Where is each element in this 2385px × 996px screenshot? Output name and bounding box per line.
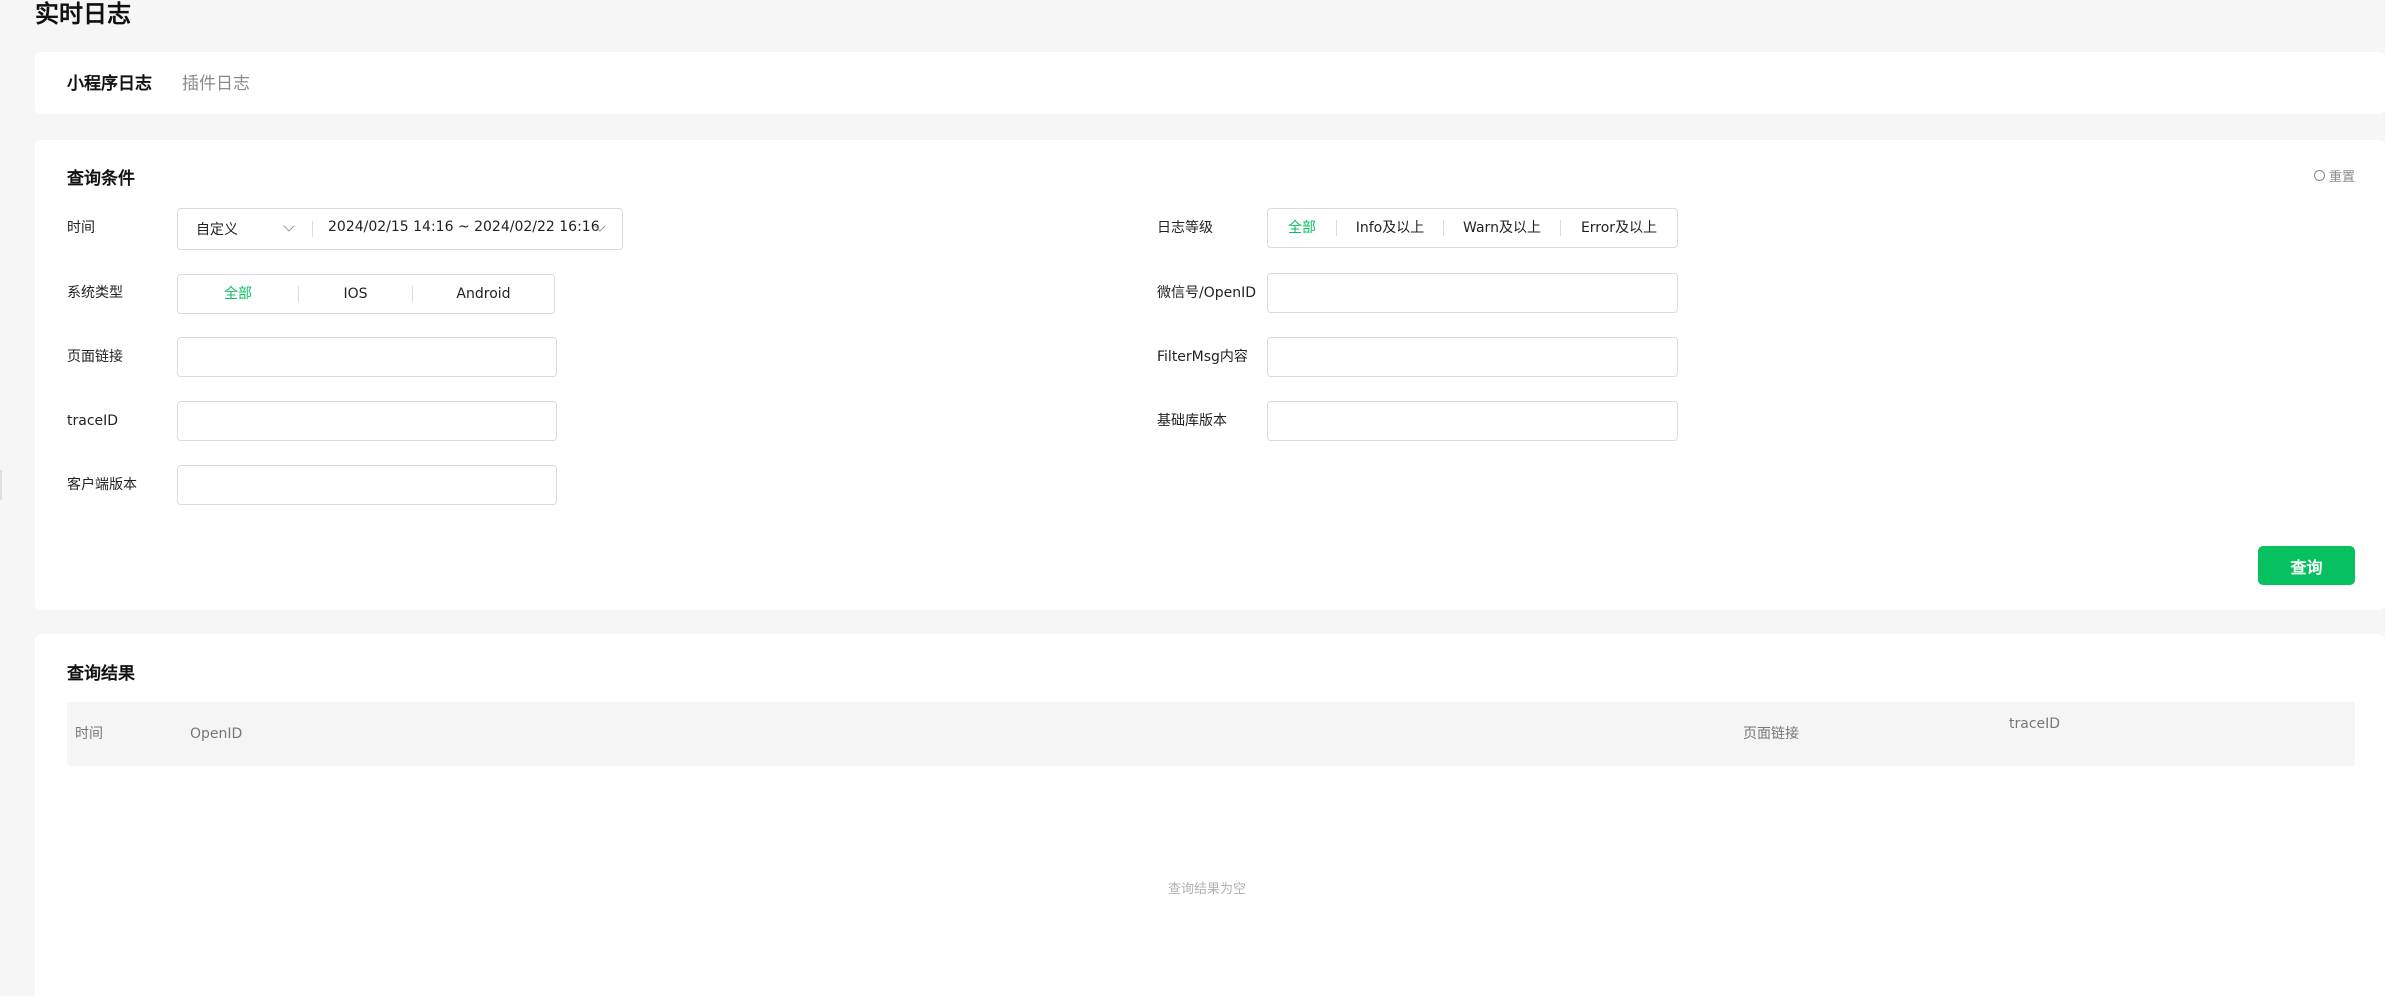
trace-id-label: traceID: [67, 413, 119, 429]
page: 实时日志 小程序日志 插件日志 查询条件 重置 时间 自定义 2024/02/1…: [0, 0, 2385, 996]
reset-label: 重置: [2328, 170, 2355, 185]
page-link-input[interactable]: [177, 337, 557, 377]
page-title: 实时日志: [35, 0, 131, 28]
time-preset-select[interactable]: 自定义: [178, 209, 312, 249]
query-panel: 查询条件 重置 时间 自定义 2024/02/15 14:16 ~ 2024/0…: [35, 140, 2385, 610]
os-type-segmented: 全部 IOS Android: [177, 274, 555, 314]
lib-version-input[interactable]: [1267, 401, 1678, 441]
log-level-warn[interactable]: Warn及以上: [1444, 209, 1560, 247]
results-table-header: 时间 OpenID 页面链接 traceID: [67, 702, 2355, 766]
log-level-segmented: 全部 Info及以上 Warn及以上 Error及以上: [1267, 208, 1678, 248]
log-level-label: 日志等级: [1157, 220, 1213, 236]
log-level-all[interactable]: 全部: [1268, 209, 1336, 247]
time-preset-value: 自定义: [196, 222, 238, 238]
column-header-time: 时间: [75, 726, 103, 742]
log-level-info[interactable]: Info及以上: [1337, 209, 1443, 247]
reset-icon: [2313, 170, 2325, 181]
tab-plugin-log[interactable]: 插件日志: [182, 72, 250, 96]
client-version-input[interactable]: [177, 465, 557, 505]
os-type-label: 系统类型: [67, 285, 123, 301]
client-version-label: 客户端版本: [67, 477, 137, 493]
time-label: 时间: [67, 220, 95, 236]
filter-msg-label: FilterMsg内容: [1157, 349, 1248, 365]
results-title: 查询结果: [67, 664, 135, 684]
sidebar-edge: [0, 470, 2, 500]
date-range-value: 2024/02/15 14:16 ~ 2024/02/22 16:16: [328, 219, 600, 235]
log-level-error[interactable]: Error及以上: [1561, 209, 1677, 247]
results-panel: 查询结果 时间 OpenID 页面链接 traceID 查询结果为空: [35, 634, 2385, 996]
time-range-picker: 自定义 2024/02/15 14:16 ~ 2024/02/22 16:16: [177, 208, 623, 250]
column-header-trace-id: traceID: [2009, 716, 2061, 732]
trace-id-input[interactable]: [177, 401, 557, 441]
wechat-openid-label: 微信号/OpenID: [1157, 285, 1257, 301]
os-type-ios[interactable]: IOS: [299, 275, 412, 313]
lib-version-label: 基础库版本: [1157, 413, 1227, 429]
os-type-all[interactable]: 全部: [178, 275, 298, 313]
filter-msg-input[interactable]: [1267, 337, 1678, 377]
query-title: 查询条件: [67, 169, 135, 189]
date-range-input[interactable]: 2024/02/15 14:16 ~ 2024/02/22 16:16: [313, 209, 622, 249]
search-button[interactable]: 查询: [2258, 546, 2355, 585]
column-header-openid: OpenID: [190, 726, 243, 742]
log-type-tabs: 小程序日志 插件日志: [35, 52, 2385, 114]
empty-state-text: 查询结果为空: [1168, 882, 1247, 897]
column-header-page-link: 页面链接: [1743, 726, 1799, 742]
page-link-label: 页面链接: [67, 349, 123, 365]
tab-miniprogram-log[interactable]: 小程序日志: [67, 72, 152, 96]
os-type-android[interactable]: Android: [413, 275, 554, 313]
chevron-down-icon: [283, 220, 295, 232]
reset-button[interactable]: 重置: [2313, 166, 2355, 185]
wechat-openid-input[interactable]: [1267, 273, 1678, 313]
